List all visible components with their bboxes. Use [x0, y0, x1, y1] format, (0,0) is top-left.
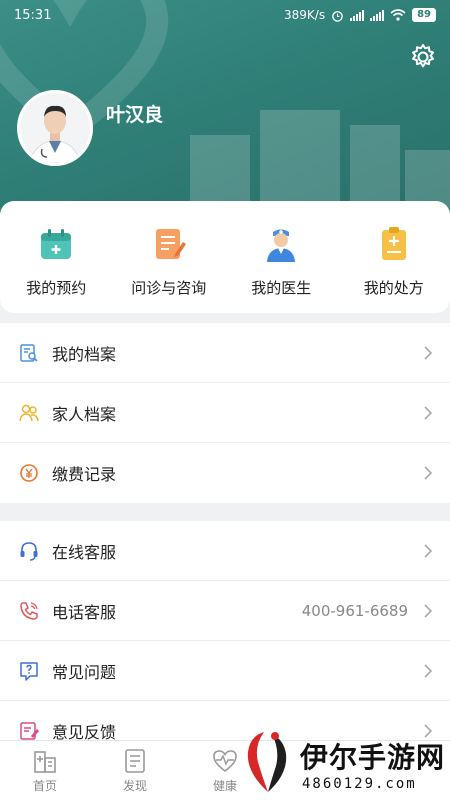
- watermark-name: 伊尔手游网: [300, 741, 446, 774]
- hospital-icon: [34, 751, 56, 773]
- quick-action-label: 我的处方: [363, 279, 424, 297]
- quick-action-label: 我的医生: [251, 279, 312, 297]
- battery-indicator: 89: [412, 8, 436, 22]
- quick-actions-card: 我的预约 问诊与咨询 我的医生 我的处方: [0, 201, 450, 313]
- quick-action-my-doctor[interactable]: 我的医生: [225, 201, 338, 313]
- list-item-label: 常见问题: [52, 662, 117, 682]
- signal-icon-2: [370, 9, 385, 21]
- list-item-online-support[interactable]: 在线客服: [0, 521, 450, 581]
- doctor-icon: [267, 229, 296, 262]
- chevron-right-icon: [424, 603, 433, 618]
- net-speed: 389K/s: [284, 8, 326, 22]
- status-bar: 15:31 389K/s 89: [0, 0, 450, 30]
- quick-action-appointments[interactable]: 我的预约: [0, 201, 113, 313]
- avatar[interactable]: [17, 90, 93, 166]
- chevron-right-icon: [424, 405, 433, 420]
- watermark-url: 4860129.com: [302, 776, 417, 792]
- support-phone-number: 400-961-6689: [301, 601, 408, 620]
- quick-action-label: 问诊与咨询: [131, 279, 207, 297]
- list-item-label: 家人档案: [52, 404, 117, 424]
- payment-icon: [18, 462, 40, 484]
- quick-action-prescriptions[interactable]: 我的处方: [338, 201, 450, 313]
- tab-label: 首页: [32, 779, 57, 793]
- user-name: 叶汉良: [106, 104, 164, 126]
- doctor-portrait: [20, 93, 90, 163]
- site-watermark: 伊尔手游网 4860129.com: [240, 722, 450, 800]
- chevron-right-icon: [424, 345, 433, 360]
- record-search-icon: [18, 342, 40, 364]
- wifi-icon: [390, 9, 406, 21]
- hospital-building-illustration: [190, 110, 450, 215]
- profile-header: 15:31 389K/s 89 叶汉良: [0, 0, 450, 230]
- status-time: 15:31: [14, 7, 52, 23]
- list-item-label: 在线客服: [52, 542, 117, 562]
- feedback-icon: [18, 720, 40, 742]
- quick-action-label: 我的预约: [26, 279, 87, 297]
- list-item-label: 电话客服: [52, 602, 117, 622]
- alarm-icon: [332, 10, 343, 22]
- chevron-right-icon: [424, 543, 433, 558]
- watermark-logo-icon: [247, 732, 287, 792]
- prescription-icon: [381, 227, 406, 260]
- tab-label: 发现: [122, 779, 147, 793]
- records-list: 我的档案 家人档案 缴费记录: [0, 323, 450, 503]
- list-item-payment-history[interactable]: 缴费记录: [0, 443, 450, 503]
- settings-gear-icon[interactable]: [408, 42, 438, 72]
- headset-icon: [18, 540, 40, 562]
- consultation-icon: [155, 229, 186, 259]
- list-item-my-records[interactable]: 我的档案: [0, 323, 450, 383]
- chevron-right-icon: [424, 663, 433, 678]
- heartbeat-icon: [213, 750, 237, 772]
- tab-discover[interactable]: 发现: [90, 741, 180, 800]
- tab-home[interactable]: 首页: [0, 741, 90, 800]
- phone-icon: [18, 600, 40, 622]
- question-icon: [18, 660, 40, 682]
- tab-label: 健康: [212, 779, 237, 793]
- list-item-family-records[interactable]: 家人档案: [0, 383, 450, 443]
- calendar-icon: [41, 229, 72, 259]
- family-icon: [18, 402, 40, 424]
- signal-icon: [350, 9, 365, 21]
- list-item-label: 我的档案: [52, 344, 117, 364]
- list-item-phone-support[interactable]: 电话客服 400-961-6689: [0, 581, 450, 641]
- list-item-label: 缴费记录: [52, 465, 117, 484]
- chevron-right-icon: [424, 466, 433, 480]
- document-icon: [125, 749, 145, 773]
- quick-action-consultation[interactable]: 问诊与咨询: [113, 201, 226, 313]
- list-item-faq[interactable]: 常见问题: [0, 641, 450, 701]
